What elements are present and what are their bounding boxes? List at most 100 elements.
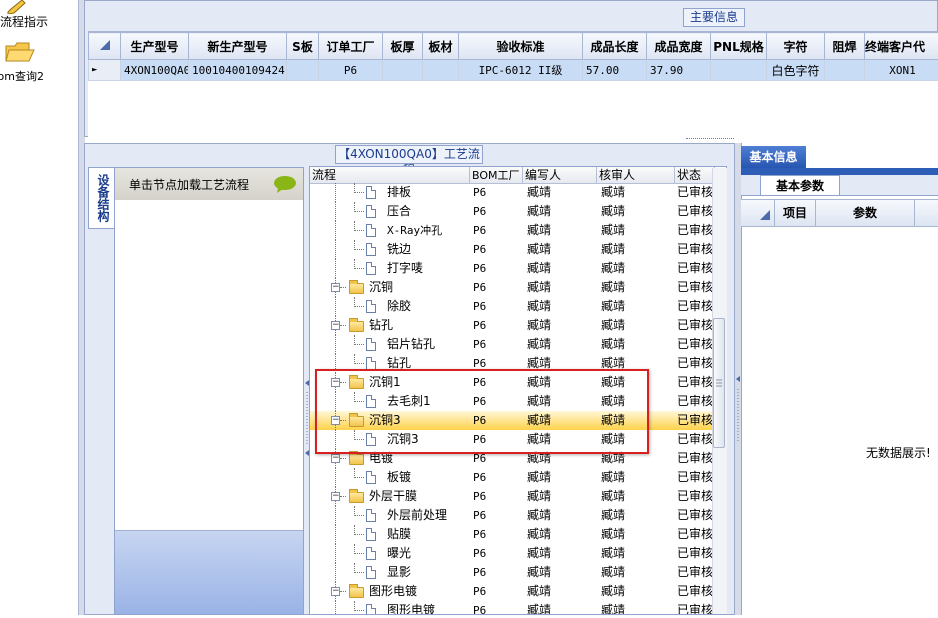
tree-guide-line bbox=[335, 563, 336, 582]
writer-cell: 臧靖 bbox=[527, 544, 551, 563]
tree-group-row[interactable]: −外层干膜P6臧靖臧靖已审核 bbox=[310, 487, 715, 506]
shortcut-flow-label[interactable]: 流程指示 bbox=[0, 13, 48, 30]
collapse-toggle-icon[interactable]: − bbox=[331, 283, 340, 292]
col-header[interactable]: PNL规格 bbox=[711, 33, 767, 60]
cell[interactable]: 4XON100QA0 bbox=[121, 60, 189, 81]
tree-group-row[interactable]: −钻孔P6臧靖臧靖已审核 bbox=[310, 316, 715, 335]
col-header-writer[interactable]: 编写人 bbox=[523, 167, 597, 184]
tree-step-row[interactable]: X-Ray冲孔P6臧靖臧靖已审核 bbox=[310, 221, 715, 240]
cell[interactable]: P6 bbox=[319, 60, 383, 81]
document-icon bbox=[366, 224, 376, 237]
collapse-toggle-icon[interactable]: − bbox=[331, 492, 340, 501]
col-header-flow[interactable]: 流程 bbox=[310, 167, 470, 184]
col-header[interactable]: 字符 bbox=[767, 33, 825, 60]
flow-step-name: 贴膜 bbox=[387, 525, 411, 544]
left-shortcut-strip: 流程指示 Bom查询2 bbox=[0, 0, 80, 615]
tree-step-row[interactable]: 排板P6臧靖臧靖已审核 bbox=[310, 183, 715, 202]
cell[interactable] bbox=[825, 60, 865, 81]
cell[interactable]: 白色字符 bbox=[767, 60, 825, 81]
cell[interactable] bbox=[383, 60, 423, 81]
cell[interactable] bbox=[423, 60, 459, 81]
tree-step-row[interactable]: 打字唛P6臧靖臧靖已审核 bbox=[310, 259, 715, 278]
bom-factory-cell: P6 bbox=[473, 563, 486, 582]
col-header[interactable]: S板 bbox=[287, 33, 319, 60]
col-header[interactable]: 板厚 bbox=[383, 33, 423, 60]
device-tree-area[interactable] bbox=[115, 200, 303, 531]
col-header-reviewer[interactable]: 核审人 bbox=[597, 167, 675, 184]
tree-connector bbox=[354, 553, 364, 554]
col-header-param[interactable]: 参数 bbox=[816, 200, 915, 226]
flow-step-name: 压合 bbox=[387, 202, 411, 221]
reviewer-cell: 臧靖 bbox=[601, 278, 625, 297]
tree-guide-line bbox=[335, 221, 336, 240]
row-pointer-icon[interactable]: ► bbox=[89, 60, 121, 81]
tree-step-row[interactable]: 铝片钻孔P6臧靖臧靖已审核 bbox=[310, 335, 715, 354]
col-header[interactable]: 板材 bbox=[423, 33, 459, 60]
flow-scroll-thumb[interactable] bbox=[713, 318, 725, 448]
collapse-toggle-icon[interactable]: − bbox=[331, 587, 340, 596]
tree-group-row[interactable]: −图形电镀P6臧靖臧靖已审核 bbox=[310, 582, 715, 601]
tree-connector bbox=[354, 268, 364, 269]
tab-base-params[interactable]: 基本参数 bbox=[760, 175, 840, 195]
tree-step-row[interactable]: 外层前处理P6臧靖臧靖已审核 bbox=[310, 506, 715, 525]
col-header[interactable]: 阻焊 bbox=[825, 33, 865, 60]
tree-step-row[interactable]: 板镀P6臧靖臧靖已审核 bbox=[310, 468, 715, 487]
col-header-bom[interactable]: BOM工厂 bbox=[470, 167, 523, 184]
flow-step-name: 钻孔 bbox=[369, 316, 393, 335]
flow-step-name: 除胶 bbox=[387, 297, 411, 316]
pencil-icon[interactable] bbox=[6, 0, 28, 12]
cell[interactable]: 10010400109424 bbox=[189, 60, 287, 81]
cell[interactable]: XON1 bbox=[865, 60, 938, 81]
tree-connector bbox=[354, 572, 364, 573]
tree-step-row[interactable]: 除胶P6臧靖臧靖已审核 bbox=[310, 297, 715, 316]
col-header[interactable]: 新生产型号 bbox=[189, 33, 287, 60]
tree-connector bbox=[354, 211, 364, 212]
collapse-toggle-icon[interactable]: − bbox=[331, 454, 340, 463]
cell[interactable]: 57.00 bbox=[583, 60, 647, 81]
document-icon bbox=[366, 547, 376, 560]
writer-cell: 臧靖 bbox=[527, 525, 551, 544]
tab-device-structure[interactable]: 设备结构 bbox=[88, 167, 115, 229]
tree-step-row[interactable]: 压合P6臧靖臧靖已审核 bbox=[310, 202, 715, 221]
main-info-header-row: 生产型号 新生产型号 S板 订单工厂 板厚 板材 验收标准 成品长度 成品宽度 … bbox=[89, 33, 938, 60]
main-info-title: 主要信息 bbox=[683, 8, 745, 27]
col-header[interactable]: 成品宽度 bbox=[647, 33, 711, 60]
cell[interactable]: IPC-6012 II级 bbox=[459, 60, 583, 81]
folder-icon bbox=[349, 492, 364, 503]
col-header[interactable]: 终端客户代 bbox=[865, 33, 938, 60]
reviewer-cell: 臧靖 bbox=[601, 202, 625, 221]
status-cell: 已审核 bbox=[677, 240, 713, 259]
flow-step-name: 显影 bbox=[387, 563, 411, 582]
tree-step-row[interactable]: 显影P6臧靖臧靖已审核 bbox=[310, 563, 715, 582]
col-header[interactable]: 订单工厂 bbox=[319, 33, 383, 60]
folder-open-icon[interactable] bbox=[5, 40, 35, 64]
tree-step-row[interactable]: 图形电镀P6臧靖臧靖已审核 bbox=[310, 601, 715, 615]
col-header-status[interactable]: 状态 bbox=[675, 167, 715, 184]
col-header[interactable]: 成品长度 bbox=[583, 33, 647, 60]
col-header-item[interactable]: 项目 bbox=[775, 200, 816, 226]
tree-guide-line bbox=[335, 506, 336, 525]
tree-group-row[interactable]: −沉铜P6臧靖臧靖已审核 bbox=[310, 278, 715, 297]
cell[interactable] bbox=[711, 60, 767, 81]
tree-step-row[interactable]: 铣边P6臧靖臧靖已审核 bbox=[310, 240, 715, 259]
document-icon bbox=[366, 528, 376, 541]
document-icon bbox=[366, 338, 376, 351]
collapse-toggle-icon[interactable]: − bbox=[331, 321, 340, 330]
tab-strip bbox=[741, 168, 938, 175]
cell[interactable] bbox=[287, 60, 319, 81]
row-selector-header[interactable] bbox=[89, 33, 121, 60]
col-header[interactable]: 验收标准 bbox=[459, 33, 583, 60]
tree-step-row[interactable]: 曝光P6臧靖臧靖已审核 bbox=[310, 544, 715, 563]
shortcut-bom-label[interactable]: Bom查询2 bbox=[0, 68, 44, 84]
col-header[interactable]: 生产型号 bbox=[121, 33, 189, 60]
highlight-annotation-box bbox=[315, 369, 649, 454]
row-selector-header[interactable] bbox=[758, 200, 775, 226]
cell[interactable]: 37.90 bbox=[647, 60, 711, 81]
tree-guide-line bbox=[335, 335, 336, 354]
empty-data-message: 无数据展示! bbox=[866, 444, 931, 461]
tree-step-row[interactable]: 贴膜P6臧靖臧靖已审核 bbox=[310, 525, 715, 544]
tab-base-info[interactable]: 基本信息 bbox=[741, 146, 806, 168]
document-icon bbox=[366, 604, 376, 615]
reviewer-cell: 臧靖 bbox=[601, 297, 625, 316]
table-row[interactable]: ► 4XON100QA0 10010400109424 P6 IPC-6012 … bbox=[89, 60, 938, 81]
